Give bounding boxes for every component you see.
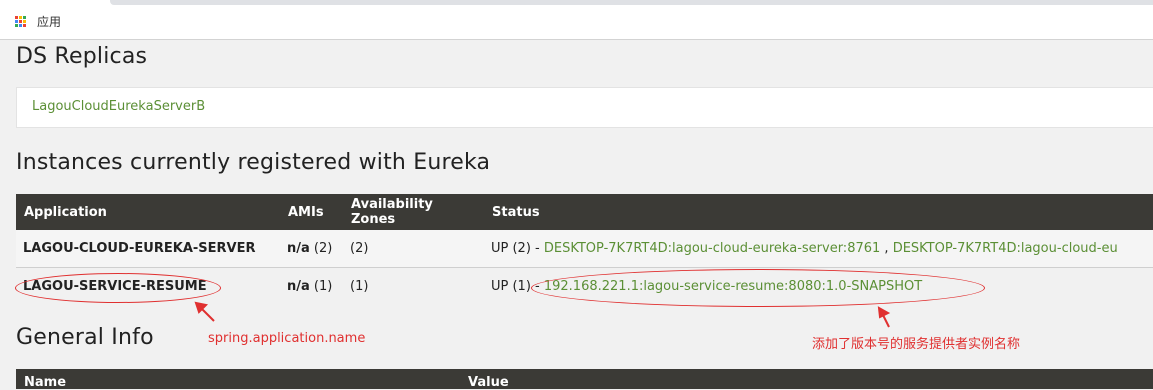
annotation-arrows xyxy=(194,301,891,328)
arrow-head-icon xyxy=(877,306,891,319)
annotation-instance-note: 添加了版本号的服务提供者实例名称 xyxy=(812,337,1021,352)
annotation-app-name-note: spring.application.name xyxy=(208,331,366,346)
